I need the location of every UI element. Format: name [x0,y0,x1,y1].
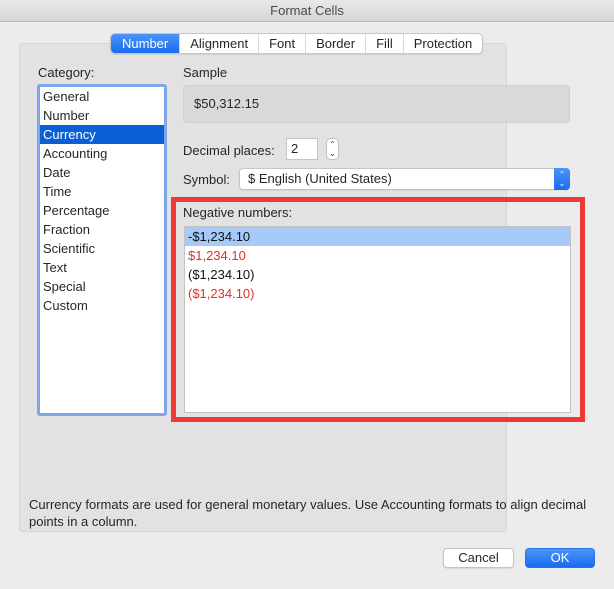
category-list[interactable]: General Number Currency Accounting Date … [37,84,167,416]
cancel-button[interactable]: Cancel [443,548,514,568]
category-item-custom[interactable]: Custom [40,296,164,315]
negative-format-item[interactable]: ($1,234.10) [185,284,570,303]
category-item-accounting[interactable]: Accounting [40,144,164,163]
category-item-scientific[interactable]: Scientific [40,239,164,258]
format-description: Currency formats are used for general mo… [29,497,587,529]
decimal-places-input[interactable]: 2 [286,138,318,160]
up-down-chevron-icon[interactable]: ⌃ ⌄ [554,168,570,190]
category-item-number[interactable]: Number [40,106,164,125]
tab-bar: Number Alignment Font Border Fill Protec… [110,33,484,54]
tab-border[interactable]: Border [305,34,365,53]
decimal-places-label: Decimal places: [183,143,275,158]
stepper-up-icon[interactable]: ⌃ [327,140,338,149]
negative-numbers-list[interactable]: -$1,234.10 $1,234.10 ($1,234.10) ($1,234… [184,226,571,413]
tab-alignment[interactable]: Alignment [179,34,258,53]
category-item-time[interactable]: Time [40,182,164,201]
category-item-special[interactable]: Special [40,277,164,296]
negative-format-item[interactable]: $1,234.10 [185,246,570,265]
category-label: Category: [38,65,95,80]
symbol-label: Symbol: [183,172,230,187]
category-item-text[interactable]: Text [40,258,164,277]
category-item-currency[interactable]: Currency [40,125,164,144]
window-title-bar: Format Cells [0,0,614,22]
category-item-percentage[interactable]: Percentage [40,201,164,220]
negative-format-item[interactable]: ($1,234.10) [185,265,570,284]
symbol-select-value: $ English (United States) [248,171,392,186]
category-item-general[interactable]: General [40,87,164,106]
negative-format-item[interactable]: -$1,234.10 [185,227,570,246]
category-item-fraction[interactable]: Fraction [40,220,164,239]
ok-button[interactable]: OK [525,548,595,568]
decimal-places-stepper[interactable]: ⌃ ⌄ [326,138,339,160]
tab-number[interactable]: Number [111,34,180,53]
sample-label: Sample [183,65,228,80]
stepper-down-icon[interactable]: ⌄ [327,149,338,158]
sample-preview: $50,312.15 [183,85,570,123]
tab-font[interactable]: Font [258,34,305,53]
negative-numbers-label: Negative numbers: [183,205,293,220]
tab-fill[interactable]: Fill [365,34,403,53]
symbol-select[interactable]: $ English (United States) ⌃ ⌄ [239,168,570,190]
category-item-date[interactable]: Date [40,163,164,182]
tab-protection[interactable]: Protection [402,34,483,53]
window-title: Format Cells [270,3,344,18]
